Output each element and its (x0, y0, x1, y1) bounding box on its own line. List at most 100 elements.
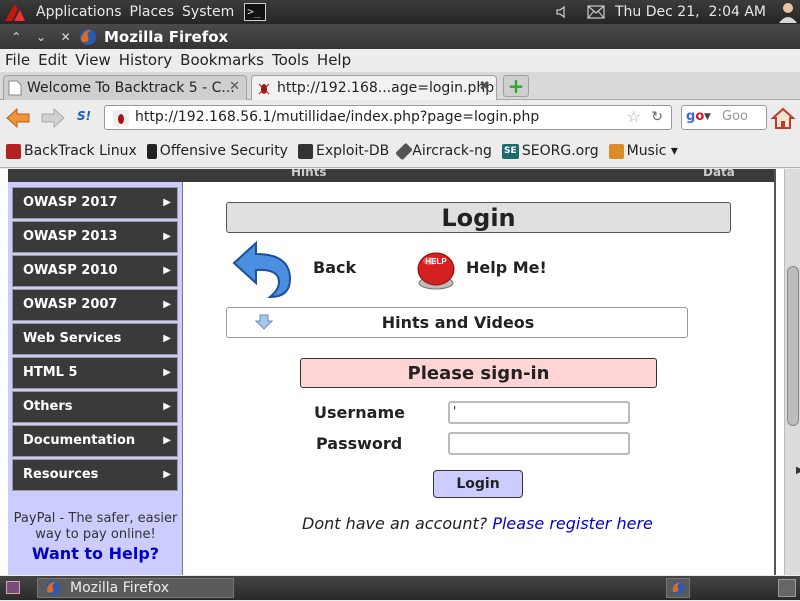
clock[interactable]: Thu Dec 21, 2:04 AM (615, 4, 766, 20)
aircrack-icon (395, 142, 414, 160)
tab-login[interactable]: http://192.168...age=login.php ✖ (251, 75, 497, 100)
volume-icon[interactable] (555, 4, 571, 20)
page-header-strip: Hints Data (8, 169, 775, 182)
menu-edit[interactable]: Edit (38, 51, 67, 69)
username-label: Username (314, 403, 405, 422)
help-me-label[interactable]: Help Me! (466, 258, 547, 277)
system-menu[interactable]: System (182, 4, 234, 20)
page-icon (8, 80, 22, 96)
applications-menu[interactable]: Applications (36, 4, 122, 20)
vertical-scrollbar[interactable] (784, 169, 800, 575)
navigation-bar: S! http://192.168.56.1/mutillidae/index.… (0, 101, 800, 134)
places-menu[interactable]: Places (130, 4, 175, 20)
bookmark-label: Aircrack-ng (412, 143, 492, 159)
bookmark-offensive-security[interactable]: Offensive Security (146, 143, 288, 159)
window-close-icon[interactable]: ✕ (61, 30, 71, 44)
sidebar-item-label: HTML 5 (23, 365, 78, 380)
taskbar-firefox-window[interactable]: Mozilla Firefox (37, 578, 234, 598)
page-title: Login (226, 202, 731, 233)
menu-help[interactable]: Help (317, 51, 351, 69)
sidebar-item-html5[interactable]: HTML 5 ▶ (12, 357, 178, 389)
username-field[interactable]: ' (448, 401, 630, 424)
page-right-border (774, 169, 776, 575)
password-label: Password (316, 434, 403, 453)
register-row: Dont have an account? Please register he… (302, 514, 653, 533)
help-button-text: HELP (425, 257, 447, 266)
url-bar[interactable]: http://192.168.56.1/mutillidae/index.php… (104, 105, 672, 130)
back-label[interactable]: Back (313, 258, 356, 277)
chevron-right-icon: ▶ (163, 231, 171, 242)
paypal-text: PayPal - The safer, easier way to pay on… (13, 511, 178, 542)
search-bar[interactable]: go ▼ Goo (681, 105, 767, 130)
url-text: http://192.168.56.1/mutillidae/index.php… (135, 109, 540, 125)
sidebar-item-label: Documentation (23, 433, 136, 448)
stumble-icon[interactable]: S! (77, 109, 97, 127)
terminal-icon[interactable]: >_ (244, 3, 267, 21)
chevron-right-icon: ▶ (163, 435, 171, 446)
mutillidae-ant-icon (258, 83, 270, 95)
search-engine-dropdown-icon[interactable]: ▼ (704, 106, 711, 128)
folder-icon (608, 143, 624, 159)
bookmark-star-icon[interactable]: ☆ (627, 106, 641, 128)
tab-bar: Welcome To Backtrack 5 - C... ✕ http://1… (0, 72, 800, 100)
register-link[interactable]: Please register here (492, 514, 653, 533)
new-tab-button[interactable]: + (503, 75, 529, 97)
hints-and-videos-toggle[interactable]: Hints and Videos (226, 307, 688, 338)
workspace-switcher[interactable] (666, 578, 690, 598)
tab-backtrack[interactable]: Welcome To Backtrack 5 - C... ✕ (3, 75, 247, 100)
bookmark-seorg[interactable]: SE SEORG.org (501, 143, 599, 159)
sidebar-item-label: OWASP 2017 (23, 195, 118, 210)
menu-view[interactable]: View (75, 51, 111, 69)
tab-close-icon[interactable]: ✖ (479, 79, 490, 94)
sidebar-item-owasp-2017[interactable]: OWASP 2017 ▶ (12, 187, 178, 219)
sidebar-item-web-services[interactable]: Web Services ▶ (12, 323, 178, 355)
bookmark-music-folder[interactable]: Music ▾ (608, 143, 678, 159)
want-help-link[interactable]: Want to Help? (8, 544, 183, 563)
mail-icon[interactable] (587, 5, 605, 19)
menu-tools[interactable]: Tools (272, 51, 309, 69)
firefox-icon (80, 28, 96, 45)
menu-file[interactable]: File (5, 51, 30, 69)
bookmark-aircrack[interactable]: Aircrack-ng (395, 142, 492, 160)
bottom-taskbar: Mozilla Firefox (0, 576, 800, 600)
sidebar-item-documentation[interactable]: Documentation ▶ (12, 425, 178, 457)
bookmark-label: SEORG.org (521, 143, 599, 159)
home-icon[interactable] (770, 106, 796, 130)
backtrack-logo-icon[interactable] (2, 1, 28, 23)
window-maximize-icon[interactable]: ⌃ (11, 30, 21, 44)
bookmark-label: BackTrack Linux (24, 143, 137, 159)
bookmark-label: Offensive Security (159, 143, 288, 159)
menu-bookmarks[interactable]: Bookmarks (180, 51, 264, 69)
password-field[interactable] (448, 432, 630, 455)
forward-arrow-icon[interactable] (40, 107, 66, 129)
tab-close-icon[interactable]: ✕ (229, 79, 240, 94)
bookmark-backtrack[interactable]: BackTrack Linux (6, 143, 137, 159)
sidebar-item-owasp-2007[interactable]: OWASP 2007 ▶ (12, 289, 178, 321)
google-icon[interactable]: go (686, 106, 704, 128)
back-arrow-icon[interactable] (230, 239, 296, 299)
sidebar-item-others[interactable]: Others ▶ (12, 391, 178, 423)
show-desktop-icon[interactable] (6, 581, 20, 594)
sidebar-item-owasp-2010[interactable]: OWASP 2010 ▶ (12, 255, 178, 287)
tab-label: http://192.168...age=login.php (277, 80, 495, 96)
site-ant-icon (113, 110, 129, 126)
bookmarks-bar: BackTrack Linux Offensive Security Explo… (0, 135, 800, 168)
hints-header-text: Hints (291, 169, 327, 179)
sidebar-item-resources[interactable]: Resources ▶ (12, 459, 178, 491)
user-icon[interactable] (776, 1, 800, 23)
bookmark-exploit-db[interactable]: Exploit-DB (297, 143, 390, 159)
back-arrow-icon[interactable] (5, 107, 31, 129)
login-button[interactable]: Login (433, 470, 523, 498)
menu-history[interactable]: History (119, 51, 172, 69)
trash-icon[interactable] (778, 579, 796, 597)
sidebar-item-label: Others (23, 399, 73, 414)
seorg-icon: SE (501, 143, 519, 159)
mouse-cursor-icon: ▶ (796, 465, 800, 476)
backtrack-icon (6, 143, 21, 159)
window-minimize-icon[interactable]: ⌄ (36, 30, 46, 44)
bookmark-label: Exploit-DB (315, 143, 390, 159)
reload-icon[interactable]: ↻ (651, 106, 663, 128)
help-button-icon[interactable]: HELP (413, 249, 459, 291)
sidebar-item-owasp-2013[interactable]: OWASP 2013 ▶ (12, 221, 178, 253)
scrollbar-thumb[interactable] (787, 266, 799, 426)
